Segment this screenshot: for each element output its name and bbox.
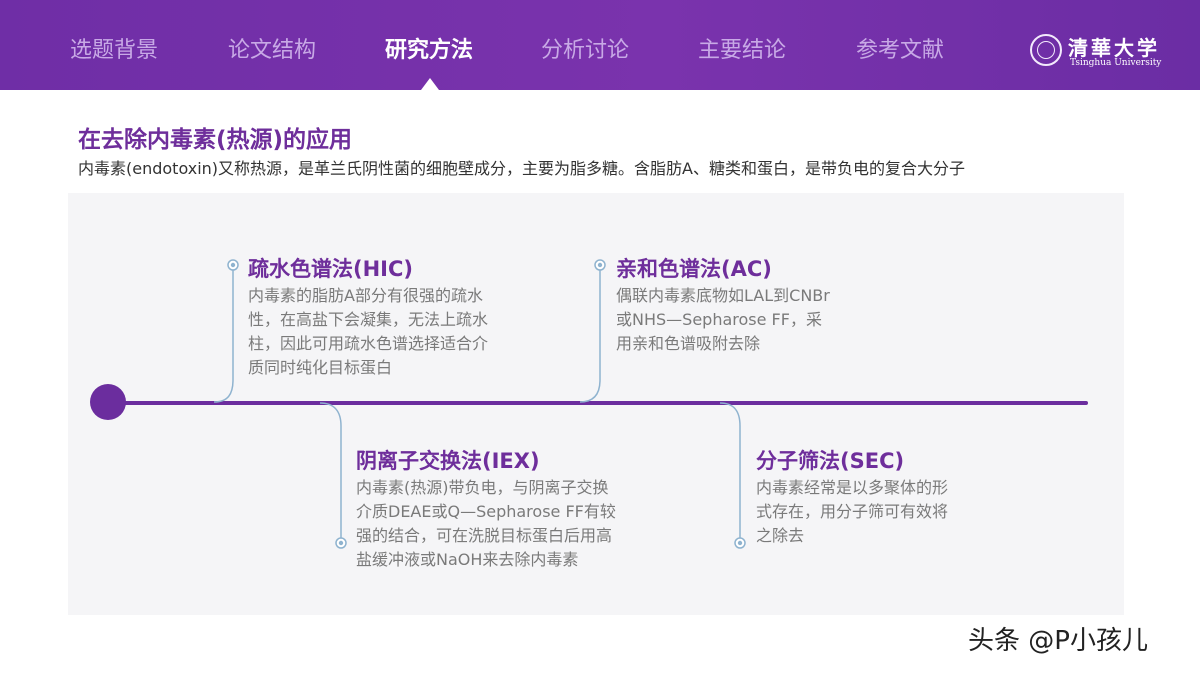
method-desc-line: 偶联内毒素底物如LAL到CNBr — [616, 286, 830, 305]
method-title-iex: 阴离子交换法(IEX) — [356, 449, 540, 473]
method-desc-line: 强的结合，可在洗脱目标蛋白后用高 — [356, 526, 613, 545]
timeline-start-dot-icon — [90, 384, 126, 420]
method-desc-line: 内毒素的脂肪A部分有很强的疏水 — [248, 286, 483, 305]
source-watermark: 头条 @P小孩儿 — [968, 626, 1148, 656]
method-desc-ac: 偶联内毒素底物如LAL到CNBr 或NHS—Sepharose FF，采 用亲和… — [616, 284, 830, 356]
method-desc-line: 柱，因此可用疏水色谱选择适合介 — [248, 334, 489, 353]
method-desc-line: 内毒素(热源)带负电，与阴离子交换 — [356, 478, 609, 497]
connector-ac — [579, 265, 601, 403]
method-desc-line: 盐缓冲液或NaOH来去除内毒素 — [356, 550, 579, 569]
method-desc-line: 性，在高盐下会凝集，无法上疏水 — [248, 310, 489, 329]
method-desc-line: 质同时纯化目标蛋白 — [248, 358, 393, 377]
method-title-hic: 疏水色谱法(HIC) — [248, 257, 413, 281]
method-desc-iex: 内毒素(热源)带负电，与阴离子交换 介质DEAE或Q—Sepharose FF有… — [356, 476, 616, 572]
method-title-sec: 分子筛法(SEC) — [756, 449, 905, 473]
connector-iex — [319, 402, 342, 543]
method-desc-hic: 内毒素的脂肪A部分有很强的疏水 性，在高盐下会凝集，无法上疏水 柱，因此可用疏水… — [248, 284, 488, 380]
timeline-graphic — [90, 259, 1088, 549]
method-desc-line: 或NHS—Sepharose FF，采 — [616, 310, 822, 329]
connector-hic — [213, 265, 234, 403]
method-desc-line: 介质DEAE或Q—Sepharose FF有较 — [356, 502, 616, 521]
method-desc-line: 之除去 — [756, 526, 805, 545]
method-desc-line: 用亲和色谱吸附去除 — [616, 334, 761, 353]
method-desc-line: 式存在，用分子筛可有效将 — [756, 502, 949, 521]
method-title-ac: 亲和色谱法(AC) — [616, 257, 772, 281]
method-desc-line: 内毒素经常是以多聚体的形 — [756, 478, 949, 497]
connector-sec — [719, 402, 741, 543]
method-desc-sec: 内毒素经常是以多聚体的形 式存在，用分子筛可有效将 之除去 — [756, 476, 948, 548]
